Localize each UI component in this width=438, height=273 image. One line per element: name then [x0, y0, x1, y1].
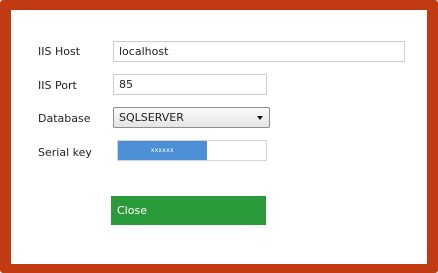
iis-port-input[interactable]: 85 — [113, 74, 267, 95]
serial-key-field[interactable]: xxxxxx — [117, 140, 267, 161]
database-select[interactable]: SQLSERVER — [113, 107, 270, 128]
iis-host-value: localhost — [119, 45, 169, 58]
serial-key-label: Serial key — [38, 146, 92, 159]
iis-host-input[interactable]: localhost — [113, 41, 405, 62]
iis-port-label: IIS Port — [38, 79, 77, 92]
chevron-down-icon — [257, 116, 263, 120]
close-button-label: Close — [117, 204, 147, 217]
iis-host-label: IIS Host — [38, 45, 81, 58]
iis-port-value: 85 — [119, 78, 133, 91]
database-label: Database — [38, 112, 91, 125]
serial-key-value: xxxxxx — [150, 147, 174, 154]
close-button[interactable]: Close — [111, 196, 266, 225]
database-selected-value: SQLSERVER — [119, 111, 184, 124]
serial-key-fill: xxxxxx — [118, 141, 207, 160]
